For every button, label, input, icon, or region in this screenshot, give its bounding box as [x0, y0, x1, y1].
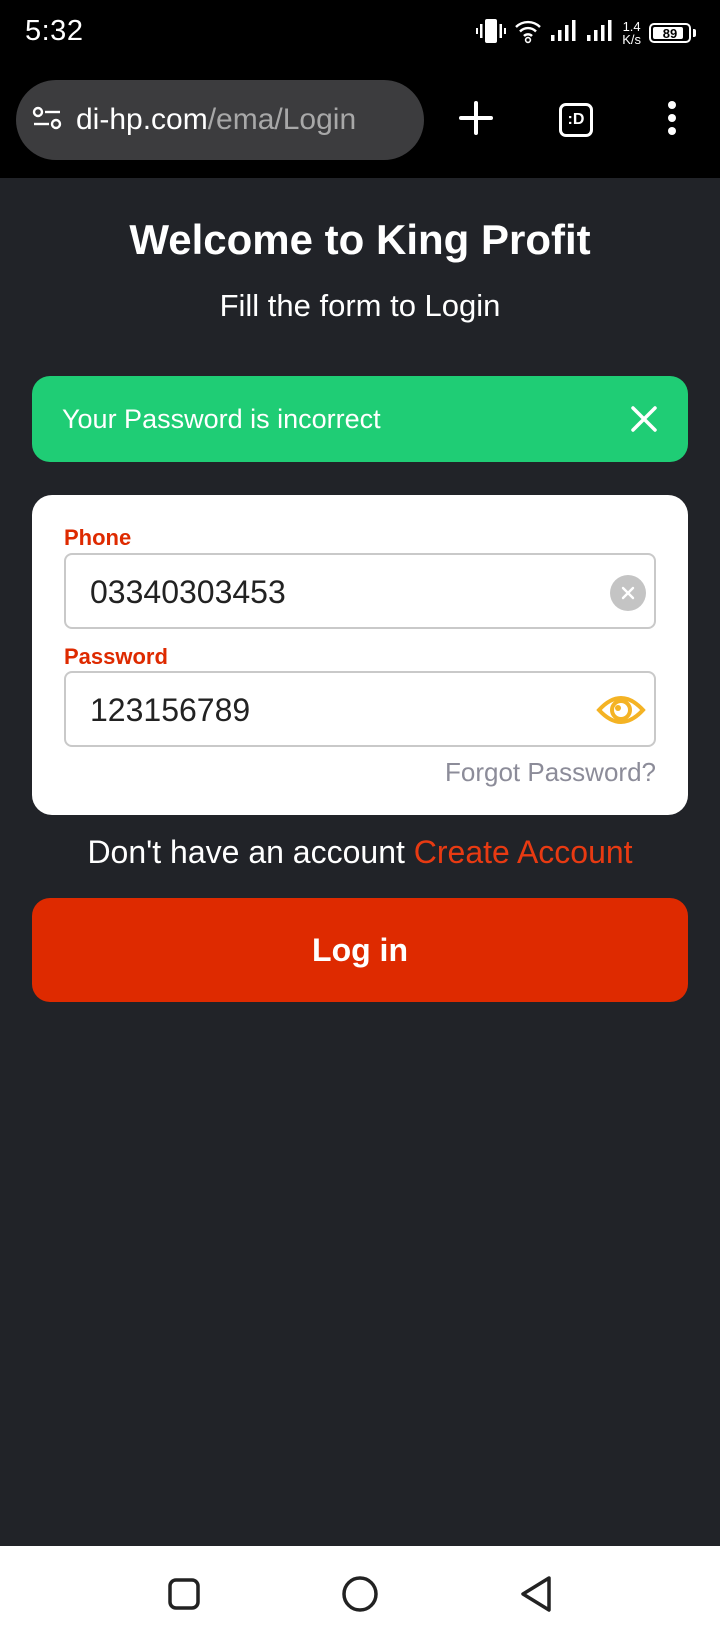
- password-field[interactable]: [64, 671, 656, 747]
- status-bar: 5:32 1.4 K/s 89: [0, 0, 720, 68]
- net-speed-unit: K/s: [622, 32, 641, 47]
- browser-toolbar: di-hp.com/ema/Login :D: [0, 68, 720, 178]
- back-icon: [521, 1576, 551, 1612]
- create-account-link[interactable]: Create Account: [414, 834, 633, 870]
- tab-switcher-label: :D: [559, 103, 593, 137]
- recents-icon: [168, 1578, 200, 1610]
- menu-icon: [666, 100, 678, 141]
- page-title: Welcome to King Profit: [129, 216, 591, 263]
- new-tab-button[interactable]: [448, 92, 504, 148]
- phone-label: Phone: [64, 525, 132, 550]
- status-time: 5:32: [25, 15, 84, 47]
- alert-message: Your Password is incorrect: [62, 403, 381, 434]
- back-button[interactable]: [514, 1572, 558, 1616]
- recents-button[interactable]: [162, 1572, 206, 1616]
- login-button[interactable]: Log in: [32, 898, 688, 1002]
- signal-icon: [550, 19, 578, 48]
- login-page: Welcome to King Profit Fill the form to …: [0, 178, 720, 1546]
- vibrate-icon: [476, 18, 507, 49]
- eye-icon: [596, 696, 646, 724]
- alert-close-button[interactable]: [626, 401, 662, 437]
- error-alert: Your Password is incorrect: [32, 376, 688, 462]
- password-input[interactable]: [90, 687, 570, 733]
- system-nav-bar: [0, 1546, 720, 1640]
- close-icon: [631, 406, 657, 432]
- page-subtitle: Fill the form to Login: [219, 288, 501, 323]
- battery-level: 89: [662, 25, 678, 41]
- net-speed: 1.4 K/s: [622, 20, 641, 46]
- url-host: di-hp.com: [76, 103, 208, 136]
- address-bar[interactable]: di-hp.com/ema/Login: [16, 80, 424, 160]
- signup-row: Don't have an account Create Account: [0, 834, 720, 871]
- phone-input[interactable]: [90, 569, 570, 615]
- tab-switcher-button[interactable]: :D: [548, 92, 604, 148]
- phone-field[interactable]: [64, 553, 656, 629]
- login-form: Phone Password Forgot Password?: [32, 495, 688, 815]
- forgot-password-link[interactable]: Forgot Password?: [445, 757, 656, 788]
- home-button[interactable]: [338, 1572, 382, 1616]
- home-icon: [342, 1576, 378, 1612]
- clear-icon: [621, 586, 635, 600]
- battery-cap: [693, 29, 696, 37]
- status-icons: 1.4 K/s 89: [476, 16, 696, 50]
- url-path: /ema/Login: [207, 103, 357, 136]
- site-settings-icon[interactable]: [32, 105, 62, 136]
- signup-prompt: Don't have an account: [87, 834, 405, 870]
- battery-icon: 89: [649, 23, 691, 43]
- password-label: Password: [64, 644, 168, 669]
- signal-icon: [586, 19, 614, 48]
- browser-menu-button[interactable]: [644, 92, 700, 148]
- wifi-icon: [514, 18, 542, 49]
- toggle-password-visibility-button[interactable]: [596, 687, 646, 733]
- clear-phone-button[interactable]: [610, 575, 646, 611]
- new-tab-icon: [458, 100, 494, 141]
- url-text: di-hp.com/ema/Login: [76, 103, 356, 137]
